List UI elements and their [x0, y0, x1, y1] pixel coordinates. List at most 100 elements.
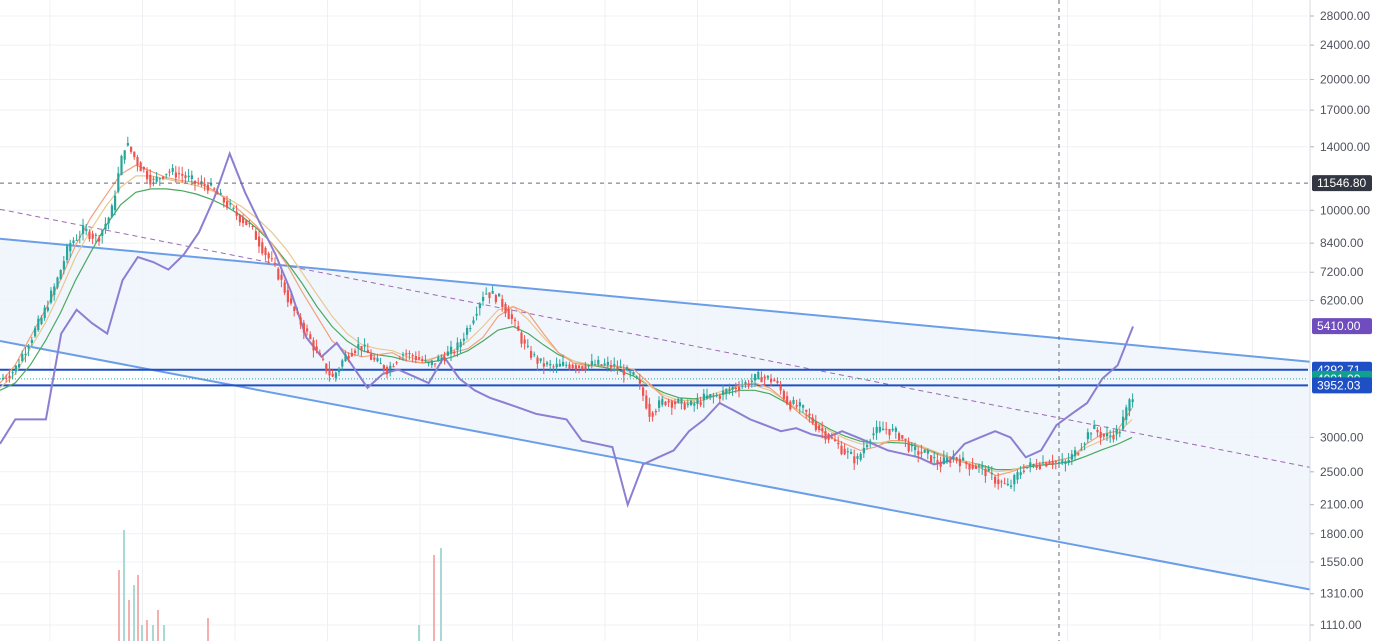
volume-bar [207, 618, 209, 641]
candle-body [696, 399, 699, 404]
y-tick-label: 7200.00 [1320, 265, 1364, 279]
candle-body [574, 365, 577, 370]
candle-body [571, 364, 574, 369]
candle-body [494, 295, 497, 303]
candle-body [530, 350, 533, 358]
candle-body [1042, 462, 1045, 464]
candle-body [283, 282, 286, 293]
candle-body [738, 386, 741, 391]
candle-body [1109, 435, 1112, 437]
candle-body [78, 236, 81, 238]
candle-body [139, 162, 142, 172]
candle-body [517, 326, 520, 331]
candle-body [370, 353, 373, 360]
candle-body [1038, 464, 1041, 470]
candle-body [72, 240, 75, 243]
candle-body [1026, 467, 1029, 469]
candle-body [248, 223, 251, 225]
candle-body [40, 317, 43, 325]
candle-body [734, 387, 737, 390]
candle-body [149, 174, 152, 185]
candle-body [66, 246, 69, 261]
candle-body [1086, 432, 1089, 440]
volume-bar [123, 530, 125, 641]
candle-body [258, 236, 261, 247]
candle-body [670, 401, 673, 408]
candle-body [1074, 450, 1077, 457]
candle-body [88, 231, 91, 240]
candle-body [859, 453, 862, 460]
y-tick-label: 1310.00 [1320, 587, 1364, 601]
volume-bar [157, 610, 159, 641]
candle-body [242, 217, 245, 224]
candle-body [562, 361, 565, 366]
candle-body [1051, 461, 1054, 466]
candle-body [978, 465, 981, 467]
candle-body [939, 462, 942, 467]
candle-body [1118, 432, 1121, 434]
candle-body [130, 146, 133, 152]
candle-body [702, 393, 705, 401]
candle-body [526, 345, 529, 347]
candle-body [581, 366, 584, 370]
candle-body [811, 417, 814, 424]
y-tick-label: 8400.00 [1320, 236, 1364, 250]
volume-bar [440, 548, 442, 641]
candle-body [542, 363, 545, 367]
candle-body [722, 390, 725, 395]
candle-body [741, 385, 744, 387]
candle-body [754, 373, 757, 381]
candle-body [178, 173, 181, 175]
candle-body [296, 311, 299, 313]
candle-body [894, 427, 897, 432]
candle-body [1070, 454, 1073, 460]
candle-body [750, 380, 753, 383]
candle-body [11, 372, 14, 374]
price-chart[interactable]: 28000.00 24000.00 20000.00 17000.00 14000.00… [0, 0, 1377, 641]
candle-body [904, 438, 907, 441]
candle-body [462, 338, 465, 341]
candle-body [946, 457, 949, 463]
candle-body [590, 360, 593, 366]
candle-body [366, 350, 369, 354]
candle-body [875, 426, 878, 434]
candle-body [629, 371, 632, 373]
candle-body [981, 465, 984, 468]
candle-body [1064, 461, 1067, 464]
candle-body [1019, 472, 1022, 476]
candle-body [725, 389, 728, 394]
candle-body [1102, 434, 1105, 437]
candle-body [686, 404, 689, 406]
candle-body [286, 290, 289, 303]
y-tick-label: 28000.00 [1320, 9, 1370, 23]
candle-body [1125, 407, 1128, 420]
candle-body [5, 377, 8, 379]
candle-body [450, 346, 453, 354]
candle-body [312, 340, 315, 351]
candle-body [610, 365, 613, 368]
y-tick-label: 1550.00 [1320, 555, 1364, 569]
candle-body [174, 172, 177, 178]
candle-body [690, 400, 693, 405]
candle-body [654, 411, 657, 413]
candle-body [766, 375, 769, 378]
candle-body [661, 398, 664, 405]
candle-body [62, 261, 65, 270]
candle-body [1115, 429, 1118, 434]
candle-body [680, 398, 683, 404]
candle-body [488, 292, 491, 298]
candle-body [430, 360, 433, 365]
candle-body [606, 361, 609, 365]
candle-body [635, 376, 638, 378]
volume-bar [141, 625, 143, 641]
candle-body [357, 344, 360, 349]
candle-body [802, 405, 805, 408]
candle-body [427, 362, 430, 364]
candle-body [53, 286, 56, 295]
candle-body [840, 445, 843, 455]
candle-body [664, 401, 667, 406]
volume-bar [133, 585, 135, 641]
candle-body [245, 220, 248, 226]
candle-body [453, 351, 456, 354]
candle-body [658, 400, 661, 408]
